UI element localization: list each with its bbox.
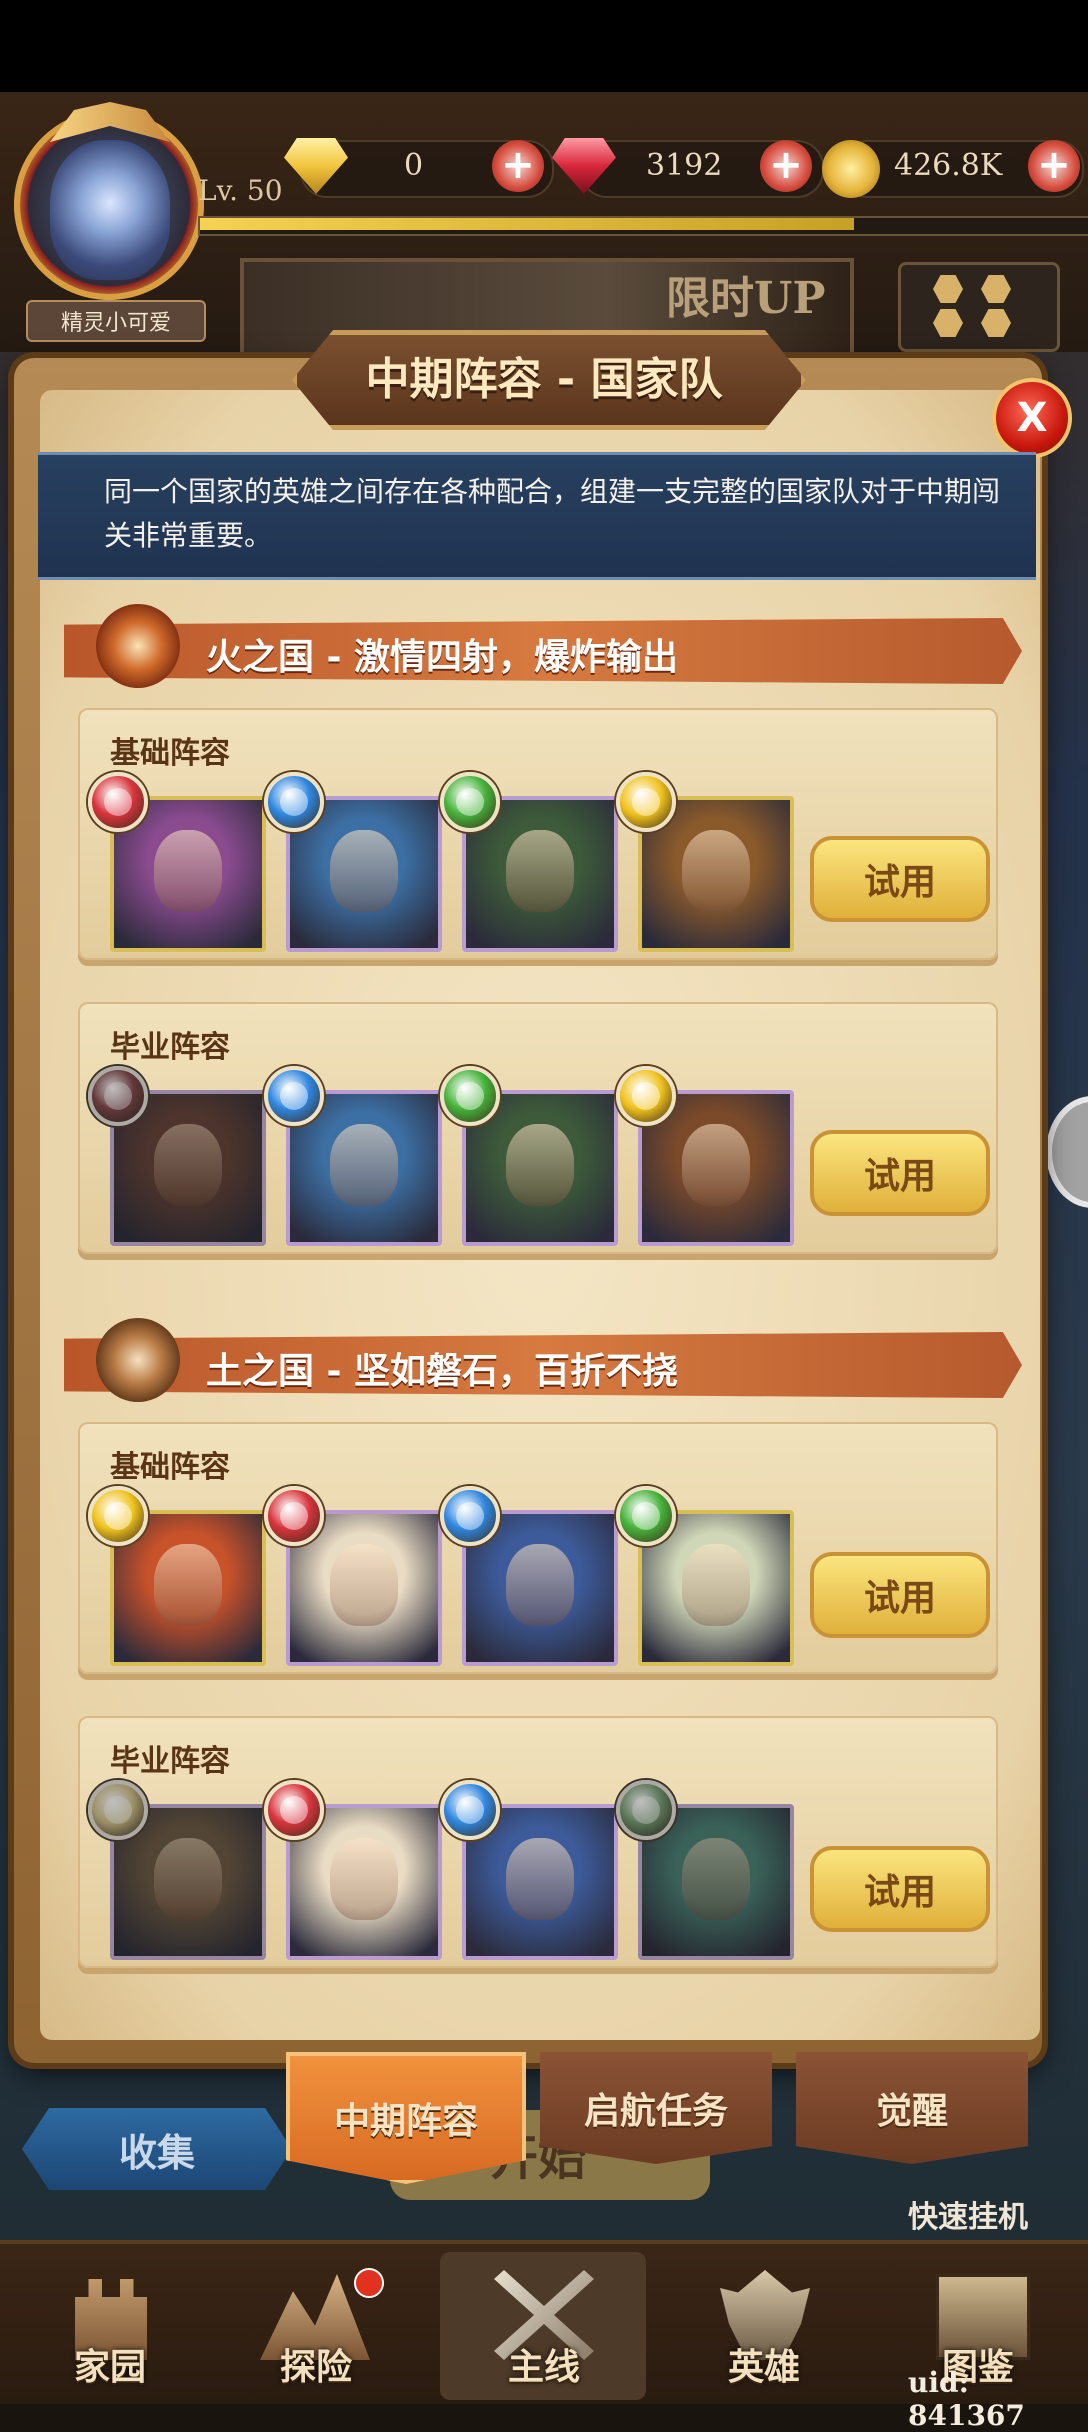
add-gold-diamond-button[interactable]: + bbox=[492, 140, 544, 192]
limited-up-label: 限时UP bbox=[666, 273, 826, 324]
hero-face bbox=[506, 1838, 574, 1920]
element-gem-shine bbox=[632, 788, 660, 816]
dialog-description: 同一个国家的英雄之间存在各种配合，组建一支完整的国家队对于中期闯关非常重要。 bbox=[104, 475, 1001, 552]
hex-icon bbox=[933, 275, 963, 303]
nav-item-heroes[interactable]: 英雄 bbox=[684, 2250, 844, 2400]
light-element-icon bbox=[88, 1780, 148, 1840]
fire-element-icon bbox=[264, 1780, 324, 1840]
nav-label: 英雄 bbox=[727, 2347, 800, 2388]
hero-face bbox=[506, 830, 574, 912]
element-gem-shine bbox=[280, 1502, 308, 1530]
try-lineup-button[interactable]: 试用 bbox=[810, 1552, 990, 1638]
collect-button[interactable]: 收集 bbox=[22, 2108, 292, 2190]
section-title: 火之国 - 激情四射，爆炸输出 bbox=[206, 637, 679, 678]
close-button[interactable]: X bbox=[992, 378, 1072, 458]
nav-label: 探险 bbox=[279, 2347, 352, 2388]
hero-face bbox=[154, 830, 222, 912]
element-gem-shine bbox=[280, 788, 308, 816]
lineup-label: 基础阵容 bbox=[110, 1450, 230, 1485]
hero-face bbox=[682, 1838, 750, 1920]
wind-element-icon bbox=[616, 1780, 676, 1840]
element-gem-shine bbox=[104, 1502, 132, 1530]
player-name: 精灵小可爱 bbox=[26, 300, 206, 342]
light-element-icon bbox=[616, 1066, 676, 1126]
element-gem-shine bbox=[280, 1082, 308, 1110]
nav-item-main-story[interactable]: 主线 bbox=[464, 2250, 624, 2400]
add-gold-coin-button[interactable]: + bbox=[1028, 140, 1080, 192]
element-gem-shine bbox=[280, 1796, 308, 1824]
hex-icon bbox=[981, 309, 1011, 337]
nav-item-explore[interactable]: 探险 bbox=[236, 2250, 396, 2400]
element-gem-shine bbox=[456, 1796, 484, 1824]
light-element-icon bbox=[616, 772, 676, 832]
hero-face bbox=[682, 1124, 750, 1206]
notification-dot bbox=[354, 2268, 384, 2298]
wind-element-icon bbox=[616, 1486, 676, 1546]
try-lineup-button[interactable]: 试用 bbox=[810, 1130, 990, 1216]
element-gem-shine bbox=[632, 1082, 660, 1110]
element-gem-shine bbox=[456, 1502, 484, 1530]
element-gem-shine bbox=[104, 1796, 132, 1824]
element-gem-shine bbox=[104, 1082, 132, 1110]
earth-nation-emblem-icon bbox=[96, 1318, 180, 1402]
avatar-portrait bbox=[50, 140, 170, 280]
element-gem-shine bbox=[632, 1502, 660, 1530]
status-bar bbox=[0, 0, 1088, 92]
hero-face bbox=[154, 1544, 222, 1626]
hero-face bbox=[682, 1544, 750, 1626]
hero-face bbox=[330, 1544, 398, 1626]
red-gem-count: 3192 bbox=[646, 148, 723, 183]
try-lineup-button[interactable]: 试用 bbox=[810, 1846, 990, 1932]
water-element-icon bbox=[264, 772, 324, 832]
section-title: 土之国 - 坚如磐石，百折不挠 bbox=[206, 1351, 679, 1392]
lineup-label: 毕业阵容 bbox=[110, 1744, 230, 1779]
tab-voyage-tasks[interactable]: 启航任务 bbox=[540, 2052, 772, 2164]
gold-coin-count: 426.8K bbox=[894, 148, 1003, 183]
hero-face bbox=[506, 1544, 574, 1626]
xp-bar-fill bbox=[200, 218, 854, 230]
lineup-label: 基础阵容 bbox=[110, 736, 230, 771]
water-element-icon bbox=[440, 1486, 500, 1546]
hero-face bbox=[154, 1838, 222, 1920]
fire-element-icon bbox=[264, 1486, 324, 1546]
try-lineup-button[interactable]: 试用 bbox=[810, 836, 990, 922]
tab-awaken[interactable]: 觉醒 bbox=[796, 2052, 1028, 2164]
hero-face bbox=[154, 1124, 222, 1206]
wind-element-icon bbox=[440, 772, 500, 832]
nav-label: 家园 bbox=[73, 2347, 146, 2388]
light-element-icon bbox=[88, 1486, 148, 1546]
hero-face bbox=[330, 1124, 398, 1206]
water-element-icon bbox=[264, 1066, 324, 1126]
hex-icon bbox=[981, 275, 1011, 303]
hero-face bbox=[682, 830, 750, 912]
nav-label: 主线 bbox=[507, 2347, 580, 2388]
nav-item-home[interactable]: 家园 bbox=[30, 2250, 190, 2400]
menu-grid-button[interactable] bbox=[898, 262, 1060, 352]
fire-element-icon bbox=[88, 772, 148, 832]
tab-midgame-lineup[interactable]: 中期阵容 bbox=[286, 2052, 526, 2184]
water-element-icon bbox=[440, 1780, 500, 1840]
element-gem-shine bbox=[632, 1796, 660, 1824]
hero-face bbox=[330, 830, 398, 912]
player-level: Lv. 50 bbox=[198, 174, 283, 207]
quick-afk-button[interactable]: 快速挂机 bbox=[908, 2192, 1028, 2236]
dialog-title: 中期阵容 - 国家队 bbox=[365, 354, 723, 405]
element-gem-shine bbox=[104, 788, 132, 816]
user-id: uid: 841367 bbox=[908, 2366, 1025, 2432]
hero-face bbox=[506, 1124, 574, 1206]
hex-icon bbox=[933, 309, 963, 337]
gold-diamond-count: 0 bbox=[404, 148, 424, 183]
fire-element-icon bbox=[88, 1066, 148, 1126]
element-gem-shine bbox=[456, 788, 484, 816]
fire-nation-emblem-icon bbox=[96, 604, 180, 688]
lineup-label: 毕业阵容 bbox=[110, 1030, 230, 1065]
add-red-gem-button[interactable]: + bbox=[760, 140, 812, 192]
element-gem-shine bbox=[456, 1082, 484, 1110]
hero-face bbox=[330, 1838, 398, 1920]
wind-element-icon bbox=[440, 1066, 500, 1126]
gold-coin-icon bbox=[822, 140, 880, 198]
